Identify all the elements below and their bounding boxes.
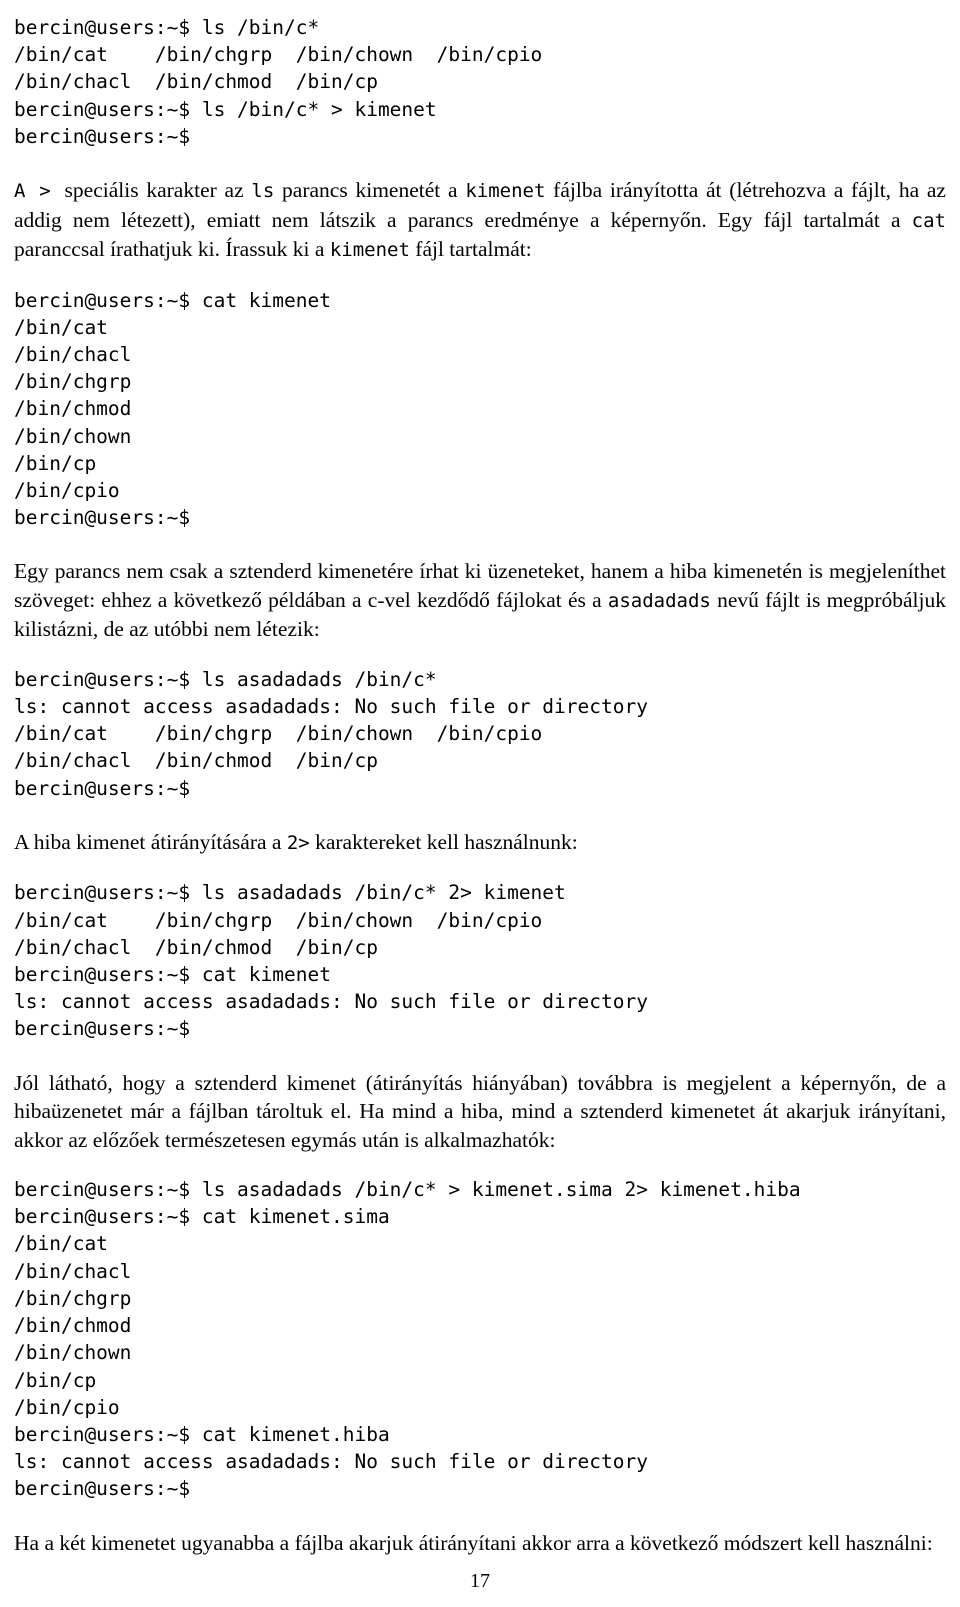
paragraph: A > speciális karakter az ls parancs kim…	[14, 176, 946, 265]
document-body: bercin@users:~$ ls /bin/c* /bin/cat /bin…	[14, 14, 946, 1557]
inline-code: A >	[14, 180, 65, 203]
terminal-transcript: bercin@users:~$ ls asadadads /bin/c* > k…	[14, 1178, 801, 1501]
paragraph: Egy parancs nem csak a sztenderd kimenet…	[14, 557, 946, 644]
text-run: Jól látható, hogy a sztenderd kimenet (á…	[14, 1070, 946, 1152]
text-run: A hiba kimenet átirányítására a	[14, 829, 287, 854]
text-run: paranccsal írathatjuk ki. Írassuk ki a	[14, 237, 330, 262]
paragraph: Jól látható, hogy a sztenderd kimenet (á…	[14, 1069, 946, 1155]
terminal-transcript: bercin@users:~$ ls asadadads /bin/c* ls:…	[14, 667, 648, 800]
document-page: bercin@users:~$ ls /bin/c* /bin/cat /bin…	[0, 0, 960, 1607]
terminal-transcript: bercin@users:~$ cat kimenet /bin/cat /bi…	[14, 288, 331, 530]
text-run: fájl tartalmát:	[409, 237, 532, 262]
inline-code: cat	[911, 209, 946, 232]
inline-code: kimenet	[329, 239, 410, 262]
inline-code: asadadads	[607, 589, 711, 612]
paragraph: Ha a két kimenetet ugyanabba a fájlba ak…	[14, 1529, 946, 1558]
terminal-transcript: bercin@users:~$ ls asadadads /bin/c* 2> …	[14, 881, 648, 1041]
terminal-transcript: bercin@users:~$ ls /bin/c* /bin/cat /bin…	[14, 16, 543, 148]
inline-code: 2>	[286, 831, 310, 854]
inline-code: ls	[251, 180, 275, 203]
text-run: parancs kimenetét a	[274, 178, 466, 203]
text-run: speciális karakter az	[64, 178, 252, 203]
paragraph: A hiba kimenet átirányítására a 2> karak…	[14, 828, 946, 858]
page-number: 17	[470, 1570, 490, 1592]
text-run: karaktereket kell használnunk:	[309, 829, 578, 854]
inline-code: kimenet	[465, 180, 546, 203]
text-run: Ha a két kimenetet ugyanabba a fájlba ak…	[14, 1530, 933, 1555]
